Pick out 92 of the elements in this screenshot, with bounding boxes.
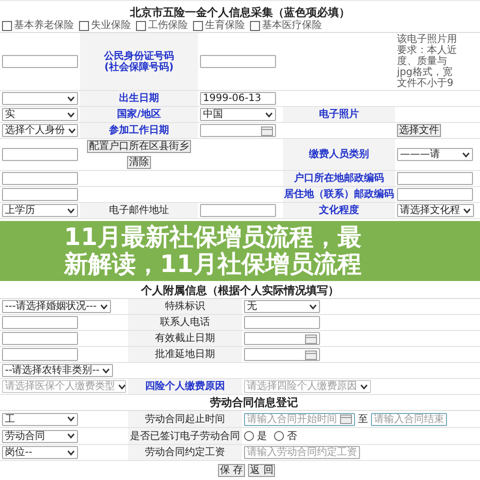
- checkbox[interactable]: [250, 21, 260, 31]
- calendar-icon: [261, 126, 273, 136]
- caret-icon: [67, 450, 75, 456]
- date-field[interactable]: [200, 124, 276, 137]
- banner-title: 新解读，11月社保增员流程: [64, 251, 362, 278]
- caret-icon: [67, 96, 75, 102]
- radio-button[interactable]: [274, 431, 284, 441]
- field-label: 批准延地日期: [128, 347, 242, 362]
- caret-icon: [67, 208, 75, 214]
- date-field[interactable]: [244, 348, 320, 361]
- field-label: 电子照片: [283, 107, 395, 122]
- checkbox[interactable]: [193, 21, 203, 31]
- select-field[interactable]: 选择个人身份: [2, 124, 78, 137]
- form-button[interactable]: 配置户口所在区县街乡: [87, 140, 191, 153]
- select-field[interactable]: 劳动合同: [2, 430, 78, 442]
- form-title: 北京市五险一金个人信息采集（蓝色项必填）: [128, 6, 351, 20]
- field-label: 联系人电话: [128, 315, 242, 330]
- checkbox[interactable]: [79, 21, 89, 31]
- select-field[interactable]: 中国: [200, 108, 276, 121]
- field-label: 有效截止日期: [128, 331, 242, 346]
- radio-label: 否: [287, 430, 297, 443]
- caret-icon: [67, 112, 75, 118]
- caret-icon: [68, 128, 76, 134]
- field-label: 文化程度: [283, 203, 395, 218]
- caret-icon: [309, 304, 317, 310]
- field-label: 劳动合同约定工资: [128, 445, 242, 460]
- checkbox-label: 失业保险: [91, 20, 131, 32]
- field-label: 居住地（联系）邮政编码: [283, 187, 395, 202]
- caret-icon: [67, 416, 75, 422]
- field-label: 国家/地区: [80, 107, 198, 122]
- select-field[interactable]: 请选择文化程: [397, 204, 474, 217]
- section-title: 劳动合同信息登记: [209, 395, 299, 410]
- field-label: 出生日期: [80, 91, 198, 106]
- field-label: 劳动合同起止时间: [128, 411, 242, 427]
- input-field[interactable]: [200, 55, 276, 68]
- section-title: 个人附属信息（根据个人实际情况填写）: [140, 283, 340, 298]
- action-button[interactable]: 保 存: [218, 464, 246, 477]
- select-field[interactable]: 岗位--: [2, 446, 78, 459]
- field-label: 户口所在地邮政编码: [283, 171, 395, 186]
- caret-icon: [462, 152, 470, 158]
- select-field[interactable]: 无: [244, 300, 320, 313]
- field-label: 缴费人员类别: [283, 139, 395, 170]
- radio-label: 是: [257, 430, 267, 443]
- checkbox[interactable]: [136, 21, 146, 31]
- input-field[interactable]: [2, 348, 78, 361]
- select-field[interactable]: 实: [2, 108, 78, 121]
- caret-icon: [67, 433, 75, 439]
- form-button[interactable]: 清除: [127, 156, 151, 169]
- calendar-icon: [305, 334, 317, 344]
- input-field[interactable]: [2, 316, 78, 329]
- date-field[interactable]: [244, 332, 320, 345]
- banner-title: 11月最新社保增员流程，最: [64, 224, 362, 251]
- select-field[interactable]: ---请选择婚姻状况---: [2, 300, 111, 313]
- calendar-icon: [305, 350, 317, 360]
- caret-icon: [118, 384, 126, 390]
- select-field[interactable]: 上学历: [2, 204, 78, 217]
- select-field[interactable]: [2, 92, 78, 105]
- input-field[interactable]: [2, 332, 78, 345]
- input-field[interactable]: [397, 188, 473, 201]
- checkbox-label: 工伤保险: [148, 20, 188, 32]
- checkbox[interactable]: [2, 21, 12, 31]
- caret-icon: [265, 112, 273, 118]
- photo-note: 该电子照片用 要求：本人近 度、质量与 jpg格式，宽 文件不小于9: [397, 34, 457, 89]
- select-field[interactable]: ———请: [397, 148, 473, 161]
- range-separator: 至: [358, 413, 368, 426]
- input-field[interactable]: [397, 172, 473, 185]
- calendar-icon: [340, 414, 352, 424]
- form-button[interactable]: 选择文件: [397, 124, 441, 137]
- input-field[interactable]: [200, 204, 276, 217]
- field-label: 参加工作日期: [80, 123, 198, 138]
- caret-icon: [100, 304, 108, 310]
- input-field[interactable]: [244, 316, 320, 329]
- input-field[interactable]: [2, 172, 78, 185]
- checkbox-label: 生育保险: [205, 20, 245, 32]
- input-field[interactable]: 1999-06-13: [200, 92, 276, 105]
- field-label: 是否已签订电子劳动合同: [128, 428, 242, 444]
- input-field[interactable]: [2, 188, 78, 201]
- checkbox-label: 基本养老保险: [14, 20, 74, 32]
- input-field[interactable]: [2, 55, 78, 68]
- select-field[interactable]: --请选择农转非类别--: [2, 364, 114, 377]
- radio-button[interactable]: [244, 431, 254, 441]
- input-field[interactable]: [2, 148, 78, 161]
- field-label: 特殊标识: [128, 299, 242, 314]
- caret-icon: [463, 208, 471, 214]
- action-button[interactable]: 返 回: [248, 464, 276, 477]
- caret-icon: [360, 384, 368, 390]
- field-label: 四险个人缴费原因: [128, 379, 242, 394]
- caret-icon: [102, 368, 110, 374]
- select-field[interactable]: 工: [2, 412, 78, 426]
- checkbox-label: 基本医疗保险: [262, 20, 322, 32]
- field-label: 公民身份证号码 (社会保障号码): [80, 33, 198, 90]
- field-label: 电子邮件地址: [80, 203, 198, 218]
